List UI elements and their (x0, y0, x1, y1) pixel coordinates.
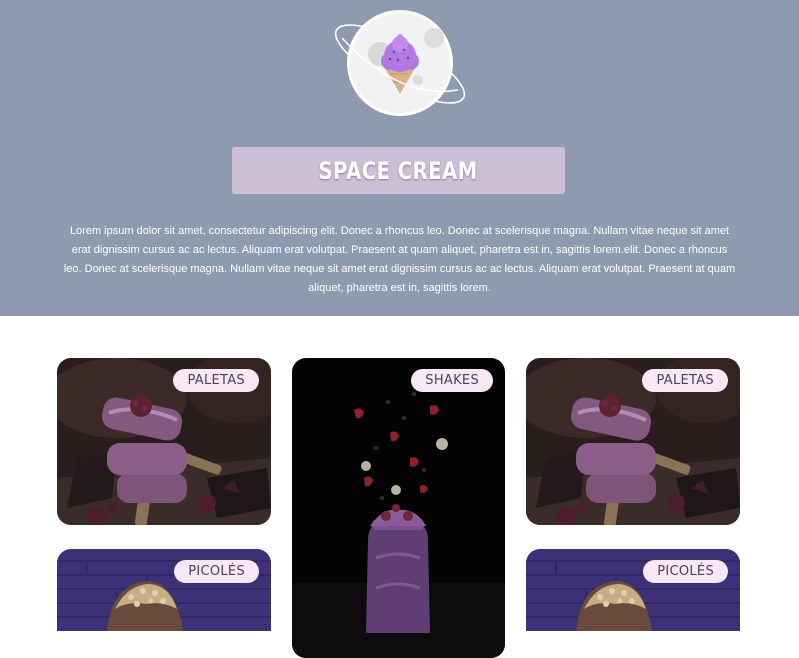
product-card-picoles[interactable]: PICOLÉS (57, 549, 271, 649)
hero-description: Lorem ipsum dolor sit amet, consectetur … (63, 225, 736, 294)
product-card-shakes[interactable]: SHAKES (292, 358, 505, 658)
ice-cream-planet-icon (330, 8, 470, 120)
category-badge: PICOLÉS (643, 560, 728, 583)
page-title: SPACE CREAM (318, 156, 479, 185)
category-badge: SHAKES (411, 369, 493, 392)
hero-section: SPACE CREAM Lorem ipsum dolor sit amet, … (0, 0, 799, 316)
category-badge: PALETAS (642, 369, 728, 392)
shake-photo (292, 358, 505, 658)
product-card-picoles[interactable]: PICOLÉS (526, 549, 740, 649)
product-card-paletas[interactable]: PALETAS (57, 358, 271, 525)
category-badge: PALETAS (173, 369, 259, 392)
product-card-paletas[interactable]: PALETAS (526, 358, 740, 525)
category-badge: PICOLÉS (174, 560, 259, 583)
title-banner: SPACE CREAM (232, 147, 565, 194)
